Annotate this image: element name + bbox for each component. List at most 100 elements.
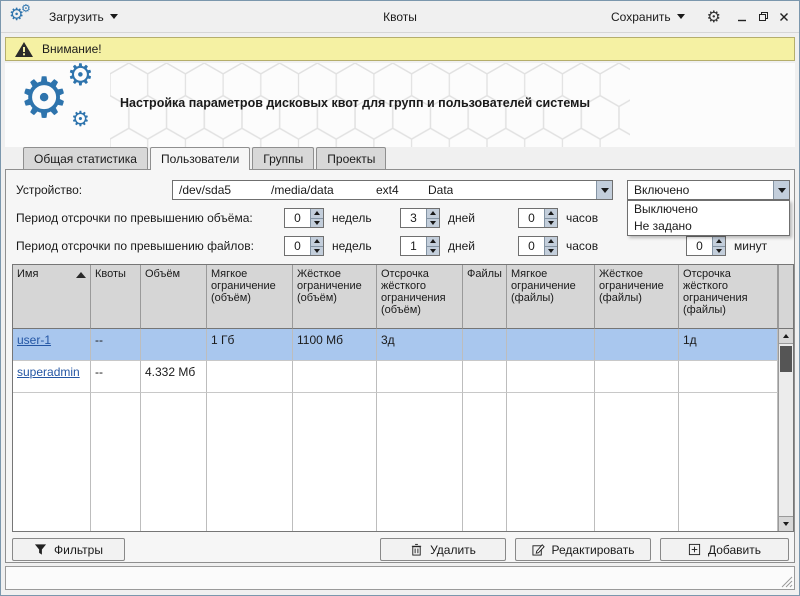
- device-combo[interactable]: /dev/sda5 /media/data ext4 Data: [172, 180, 613, 200]
- volume-days-spinner[interactable]: 3: [400, 208, 440, 228]
- column-header-grace-files[interactable]: Отсрочка жёсткого ограничения (файлы): [679, 265, 778, 329]
- spin-up-icon: [548, 211, 554, 215]
- column-header-hard-volume[interactable]: Жёсткое ограничение (объём): [293, 265, 377, 329]
- table-empty-area: [13, 393, 778, 531]
- cell-files: [463, 361, 507, 393]
- volume-weeks-spinner[interactable]: 0: [284, 208, 324, 228]
- cell-name: superadmin: [13, 361, 91, 393]
- column-header-soft-files[interactable]: Мягкое ограничение (файлы): [507, 265, 595, 329]
- scrollbar-up-button[interactable]: [779, 329, 793, 344]
- scrollbar-thumb[interactable]: [780, 346, 792, 372]
- table-row[interactable]: user-1 -- 1 Гб 1100 Мб 3д 1д: [13, 329, 778, 361]
- edit-button[interactable]: Редактировать: [515, 538, 651, 561]
- spin-down-button[interactable]: [545, 246, 557, 256]
- cell-volume: [141, 329, 207, 361]
- cell-grace-files: 1д: [679, 329, 778, 361]
- tab-projects[interactable]: Проекты: [316, 147, 386, 169]
- spin-up-button[interactable]: [311, 209, 323, 218]
- option-disabled[interactable]: Выключено: [628, 201, 789, 218]
- table-row[interactable]: superadmin -- 4.332 Мб: [13, 361, 778, 393]
- app-window: ⚙ ⚙ Загрузить Квоты Сохранить ⚙: [0, 0, 800, 596]
- grace-files-row: Период отсрочки по превышению файлов: 0 …: [6, 236, 794, 258]
- cell-volume: 4.332 Мб: [141, 361, 207, 393]
- minimize-button[interactable]: [735, 10, 749, 24]
- cell-name: user-1: [13, 329, 91, 361]
- status-bar: [5, 566, 795, 590]
- column-header-volume[interactable]: Объём: [141, 265, 207, 329]
- files-hours-spinner[interactable]: 0: [518, 236, 558, 256]
- cell-hard-volume: 1100 Мб: [293, 329, 377, 361]
- minimize-icon: [737, 12, 747, 22]
- combo-arrow-button[interactable]: [773, 181, 789, 199]
- files-minutes-spinner[interactable]: 0: [686, 236, 726, 256]
- spin-down-button[interactable]: [311, 246, 323, 256]
- user-link[interactable]: superadmin: [17, 365, 80, 379]
- spin-up-button[interactable]: [427, 237, 439, 246]
- device-path: /dev/sda5: [179, 183, 271, 197]
- add-button[interactable]: Добавить: [660, 538, 789, 561]
- column-header-quotas[interactable]: Квоты: [91, 265, 141, 329]
- column-header-hard-files[interactable]: Жёсткое ограничение (файлы): [595, 265, 679, 329]
- device-row: Устройство: /dev/sda5 /media/data ext4 D…: [6, 180, 794, 202]
- hours-unit-label: часов: [566, 239, 598, 253]
- resize-grip[interactable]: [780, 575, 793, 588]
- tab-groups[interactable]: Группы: [252, 147, 314, 169]
- load-button[interactable]: Загрузить: [41, 6, 126, 28]
- window-title: Квоты: [383, 10, 417, 24]
- edit-pencil-icon: [532, 543, 545, 556]
- spin-up-button[interactable]: [545, 209, 557, 218]
- tab-general-statistics[interactable]: Общая статистика: [23, 147, 148, 169]
- vertical-scrollbar[interactable]: [778, 329, 793, 531]
- volume-hours-spinner[interactable]: 0: [518, 208, 558, 228]
- column-header-files[interactable]: Файлы: [463, 265, 507, 329]
- grace-volume-label: Период отсрочки по превышению объёма:: [16, 211, 253, 225]
- spin-down-button[interactable]: [427, 246, 439, 256]
- cell-grace-volume: [377, 361, 463, 393]
- files-weeks-spinner[interactable]: 0: [284, 236, 324, 256]
- cell-hard-volume: [293, 361, 377, 393]
- hours-unit-label: часов: [566, 211, 598, 225]
- device-mount: /media/data: [271, 183, 376, 197]
- trash-icon: [410, 543, 423, 556]
- close-button[interactable]: [777, 10, 791, 24]
- scroll-up-icon: [783, 334, 789, 338]
- spin-down-button[interactable]: [427, 218, 439, 228]
- tab-users[interactable]: Пользователи: [150, 147, 250, 170]
- option-unset[interactable]: Не задано: [628, 218, 789, 235]
- filters-button[interactable]: Фильтры: [12, 538, 125, 561]
- spin-down-button[interactable]: [713, 246, 725, 256]
- files-days-spinner[interactable]: 1: [400, 236, 440, 256]
- spin-up-icon: [548, 239, 554, 243]
- cell-soft-volume: 1 Гб: [207, 329, 293, 361]
- quotas-table: Имя Квоты Объём Мягкое ограничение (объё…: [12, 264, 794, 532]
- scrollbar-down-button[interactable]: [779, 516, 793, 531]
- spin-down-button[interactable]: [311, 218, 323, 228]
- spin-down-icon: [430, 221, 436, 225]
- users-tab-panel: Устройство: /dev/sda5 /media/data ext4 D…: [5, 169, 795, 563]
- save-button-label: Сохранить: [611, 10, 671, 24]
- column-header-grace-volume[interactable]: Отсрочка жёсткого ограничения (объём): [377, 265, 463, 329]
- settings-gear-icon[interactable]: ⚙: [705, 7, 723, 27]
- spin-up-button[interactable]: [427, 209, 439, 218]
- delete-button[interactable]: Удалить: [380, 538, 506, 561]
- column-header-soft-volume[interactable]: Мягкое ограничение (объём): [207, 265, 293, 329]
- spin-down-button[interactable]: [545, 218, 557, 228]
- spin-up-button[interactable]: [311, 237, 323, 246]
- spin-up-button[interactable]: [713, 237, 725, 246]
- spin-down-icon: [314, 249, 320, 253]
- warning-icon: [15, 42, 33, 57]
- warning-banner: Внимание!: [5, 37, 795, 61]
- close-icon: [779, 12, 789, 22]
- table-header: Имя Квоты Объём Мягкое ограничение (объё…: [13, 265, 778, 329]
- user-link[interactable]: user-1: [17, 333, 51, 347]
- intro-header: ⚙ ⚙ ⚙ Настройка параметров дисковых квот…: [5, 63, 795, 147]
- column-header-name[interactable]: Имя: [13, 265, 91, 329]
- combo-arrow-button[interactable]: [596, 181, 612, 199]
- quota-state-combo[interactable]: Включено: [627, 180, 790, 200]
- cell-files: [463, 329, 507, 361]
- cell-soft-volume: [207, 361, 293, 393]
- spin-up-icon: [430, 239, 436, 243]
- maximize-button[interactable]: [756, 10, 770, 24]
- save-button[interactable]: Сохранить: [603, 6, 693, 28]
- spin-up-button[interactable]: [545, 237, 557, 246]
